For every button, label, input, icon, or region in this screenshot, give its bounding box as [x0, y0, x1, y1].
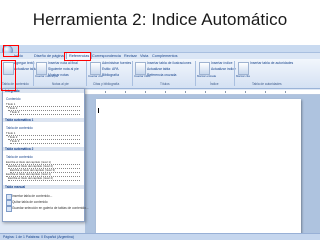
title-bar — [0, 45, 320, 56]
slide-title: Herramienta 2: Indice Automático — [32, 10, 288, 29]
document-area — [85, 95, 320, 239]
toc-auto1-entry: Título 3 — [10, 111, 80, 115]
insert-index-button[interactable]: Insertar índice — [211, 61, 233, 66]
status-bar: Página: 1 de 1 Palabras: 0 Español (Arge… — [0, 233, 320, 240]
toc-auto2-heading[interactable]: Tabla automática 2 — [3, 147, 84, 151]
ruler-tick — [185, 91, 186, 93]
ruler-tick — [265, 91, 266, 93]
remove-toc-action-label: Quitar tabla de contenido — [12, 200, 48, 204]
ruler-tick — [245, 91, 246, 93]
group-label-index: Índice — [210, 82, 219, 86]
insert-table-authorities-button[interactable]: Insertar tabla de autoridades — [250, 61, 293, 66]
toc-auto2-caption: Tabla de contenido — [6, 126, 33, 130]
group-separator — [86, 61, 87, 86]
toc-auto2-entry: Título 3 — [10, 140, 80, 144]
insert-endnote-button[interactable]: Insertar nota al final — [48, 61, 78, 66]
cross-reference-button[interactable]: Referencia cruzada — [147, 73, 176, 78]
add-text-button[interactable]: Agregar texto — [14, 61, 34, 66]
group-label-footnotes: Notas al pie — [52, 82, 69, 86]
mark-citation-button[interactable]: Marcar cita — [236, 74, 250, 79]
group-label-citations: Citas y bibliografía — [93, 82, 120, 86]
group-label-captions: Títulos — [160, 82, 170, 86]
word-window: Inicio Diseño de página Referencias Corr… — [0, 45, 320, 240]
text-cursor — [98, 108, 99, 113]
toc-manual-heading[interactable]: Tabla manual — [3, 185, 84, 189]
manage-sources-button[interactable]: Administrar fuentes — [102, 61, 131, 66]
next-footnote-button[interactable]: Siguiente nota al pie — [48, 67, 79, 72]
ruler-tick — [105, 91, 106, 93]
toc-auto1-caption: Contenido — [6, 97, 21, 101]
ruler-tick — [205, 91, 206, 93]
toc-auto1-heading[interactable]: Tabla automática 1 — [3, 118, 84, 122]
office-button-highlight — [3, 45, 19, 57]
group-label-authorities: Tabla de autoridades — [252, 82, 282, 86]
group-separator — [195, 61, 196, 86]
ruler-tick — [165, 91, 166, 93]
ruler-tick — [285, 91, 286, 93]
document-page[interactable] — [96, 99, 301, 239]
group-separator — [132, 61, 133, 86]
group-separator — [234, 61, 235, 86]
ruler-tick — [125, 91, 126, 93]
ribbon: Agregar texto Actualizar tabla Insertar … — [0, 59, 320, 89]
toc-button-highlight — [1, 60, 16, 91]
insert-citation-button[interactable]: Insertar cita — [88, 74, 103, 79]
update-figures-table-button[interactable]: Actualizar tabla — [147, 67, 170, 72]
toc-dropdown: Integrado Contenido Título 1 Título 2 Tí… — [2, 88, 89, 222]
mark-entry-button[interactable]: Marcar entrada — [197, 74, 216, 79]
save-selection-action-label: Guardar selección en galería de tablas d… — [12, 206, 89, 210]
ruler-tick — [225, 91, 226, 93]
show-notes-button[interactable]: Mostrar notas — [48, 73, 69, 78]
bibliography-button[interactable]: Bibliografía — [102, 73, 119, 78]
ruler-tick — [145, 91, 146, 93]
status-text: Página: 1 de 1 Palabras: 0 Español (Arge… — [3, 235, 74, 239]
group-separator — [33, 61, 34, 86]
toc-manual-entry: Escriba el título del capítulo (nivel 2) — [8, 177, 80, 181]
insert-toc-action-label: Insertar tabla de contenido... — [12, 194, 53, 198]
references-tab-highlight — [64, 52, 91, 61]
toc-manual-caption: Tabla de contenido — [6, 155, 33, 159]
update-index-button[interactable]: Actualizar índice — [211, 67, 236, 72]
insert-table-of-figures-button[interactable]: Insertar tabla de ilustraciones — [147, 61, 191, 66]
style-select[interactable]: Estilo: APA — [102, 67, 119, 72]
